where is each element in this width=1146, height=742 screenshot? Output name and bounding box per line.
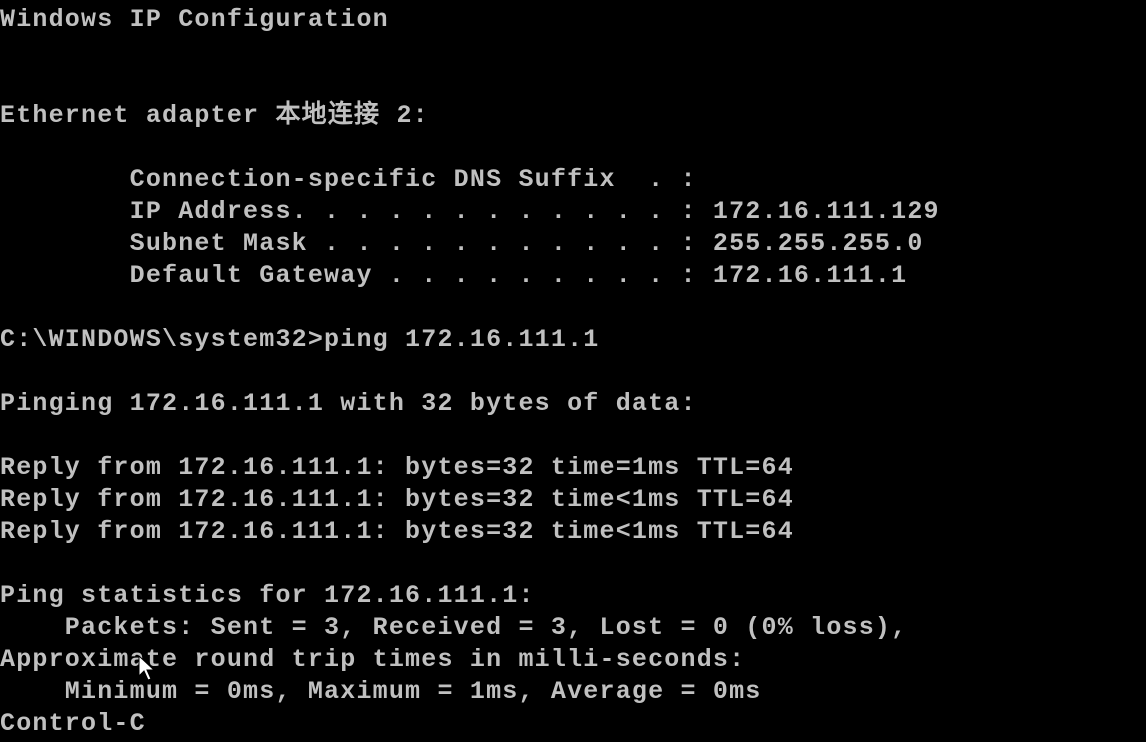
console-line-default-gateway: Default Gateway . . . . . . . . . : 172.…	[0, 261, 908, 290]
console-line-reply: Reply from 172.16.111.1: bytes=32 time<1…	[0, 517, 794, 546]
console-line-control-c: Control-C	[0, 709, 146, 738]
console-line-pinging: Pinging 172.16.111.1 with 32 bytes of da…	[0, 389, 697, 418]
console-line-round-trip: Approximate round trip times in milli-se…	[0, 645, 746, 674]
console-output[interactable]: Windows IP Configuration Ethernet adapte…	[0, 0, 1146, 742]
console-line-dns-suffix: Connection-specific DNS Suffix . :	[0, 165, 697, 194]
console-line-reply: Reply from 172.16.111.1: bytes=32 time<1…	[0, 485, 794, 514]
console-line-times: Minimum = 0ms, Maximum = 1ms, Average = …	[0, 677, 762, 706]
mouse-pointer-icon	[138, 654, 162, 683]
console-line-title: Windows IP Configuration	[0, 5, 389, 34]
console-line-subnet-mask: Subnet Mask . . . . . . . . . . . : 255.…	[0, 229, 924, 258]
console-line-ip-address: IP Address. . . . . . . . . . . . : 172.…	[0, 197, 940, 226]
console-line-packets: Packets: Sent = 3, Received = 3, Lost = …	[0, 613, 908, 642]
console-line-ping-statistics: Ping statistics for 172.16.111.1:	[0, 581, 535, 610]
console-line-ping-command: C:\WINDOWS\system32>ping 172.16.111.1	[0, 325, 600, 354]
console-line-reply: Reply from 172.16.111.1: bytes=32 time=1…	[0, 453, 794, 482]
console-line-adapter: Ethernet adapter 本地连接 2:	[0, 101, 429, 130]
